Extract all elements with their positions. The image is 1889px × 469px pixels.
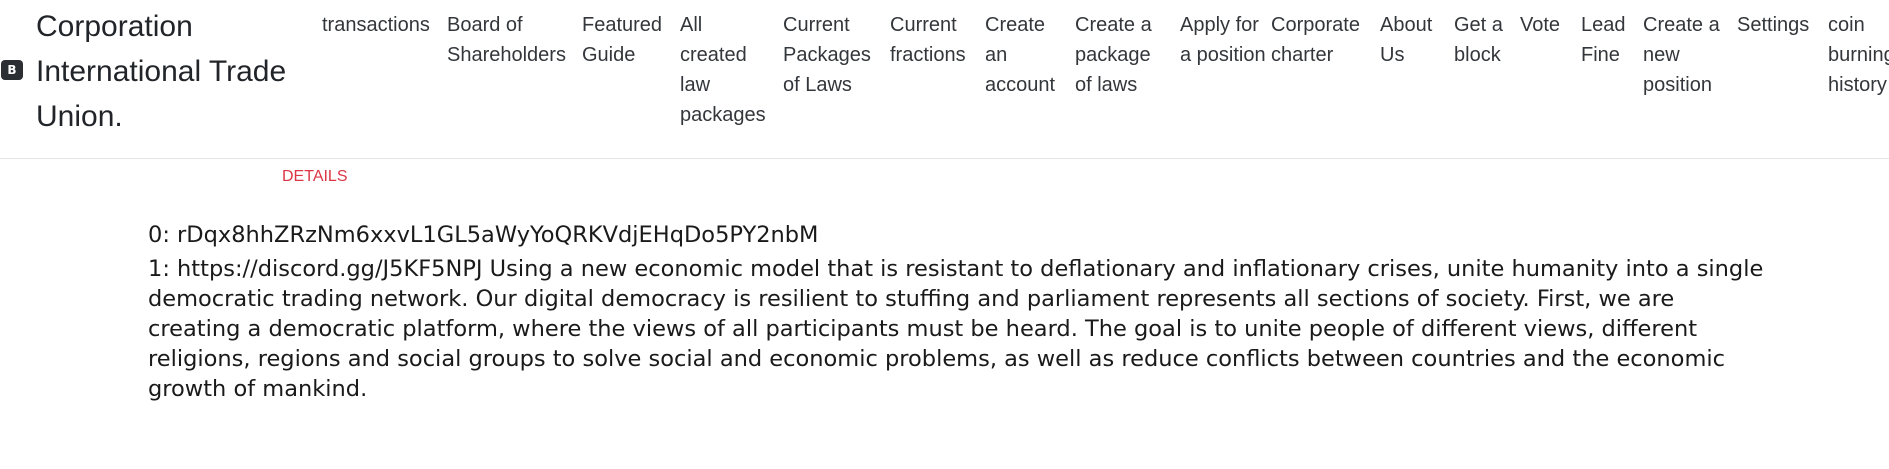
brand[interactable]: B Corporation International Trade Union. (0, 0, 300, 159)
detail-line-1: 1: https://discord.gg/J5KF5NPJ Using a n… (148, 256, 1764, 402)
details-link[interactable]: DETAILS (282, 167, 348, 187)
nav-item-apply-for-a-position[interactable]: Apply for a position (1180, 10, 1270, 70)
nav-item-create-a-package-of-laws[interactable]: Create a package of laws (1075, 10, 1171, 100)
top-navbar: B Corporation International Trade Union.… (0, 0, 1889, 159)
details-content: 0: rDqx8hhZRzNm6xxvL1GL5aWyYoQRKVdjEHqDo… (148, 220, 1768, 404)
nav-item-featured-guide[interactable]: Featured Guide (582, 10, 672, 70)
nav-item-all-created-law-packages[interactable]: All created law packages (680, 10, 766, 130)
brand-name[interactable]: Corporation International Trade Union. (36, 4, 300, 139)
nav-item-coin-burning-history[interactable]: coin burning history (1828, 10, 1889, 100)
bootstrap-logo-icon: B (1, 60, 23, 80)
nav-item-corporate-charter[interactable]: Corporate charter (1271, 10, 1371, 70)
nav-item-board-of-shareholders[interactable]: Board of Shareholders (447, 10, 567, 70)
nav-item-settings[interactable]: Settings (1737, 10, 1822, 40)
nav-item-current-fractions[interactable]: Current fractions (890, 10, 980, 70)
nav-item-create-a-new-position[interactable]: Create a new position (1643, 10, 1733, 100)
nav-item-transactions[interactable]: transactions (322, 10, 432, 40)
nav-item-about-us[interactable]: About Us (1380, 10, 1446, 70)
detail-line-0: 0: rDqx8hhZRzNm6xxvL1GL5aWyYoQRKVdjEHqDo… (148, 222, 819, 248)
nav-item-create-an-account[interactable]: Create an account (985, 10, 1065, 100)
nav-item-lead-fine[interactable]: Lead Fine (1581, 10, 1637, 70)
nav-item-get-a-block[interactable]: Get a block (1454, 10, 1516, 70)
nav-item-current-packages-of-laws[interactable]: Current Packages of Laws (783, 10, 879, 100)
nav-item-vote[interactable]: Vote (1520, 10, 1578, 40)
